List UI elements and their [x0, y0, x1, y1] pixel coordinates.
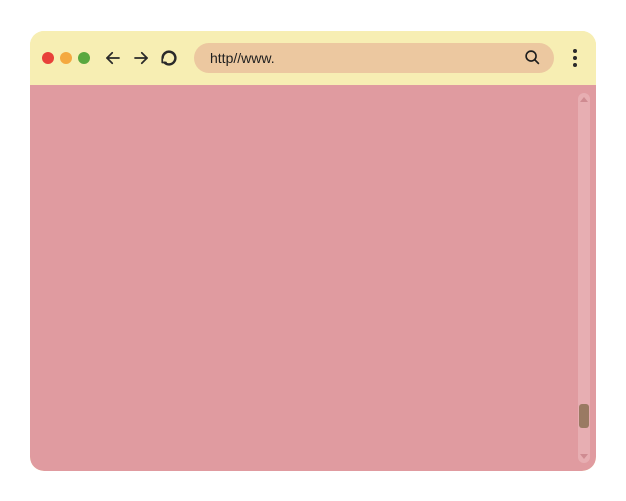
forward-button[interactable] [130, 47, 152, 69]
window-controls [42, 52, 90, 64]
scroll-down-button[interactable] [580, 454, 588, 459]
menu-dots-icon [573, 49, 577, 53]
scroll-track[interactable] [578, 102, 590, 454]
content-area [30, 85, 596, 471]
address-bar[interactable] [194, 43, 554, 73]
close-window-button[interactable] [42, 52, 54, 64]
vertical-scrollbar[interactable] [578, 93, 590, 463]
back-button[interactable] [102, 47, 124, 69]
maximize-window-button[interactable] [78, 52, 90, 64]
browser-window [30, 31, 596, 471]
search-icon [524, 49, 541, 66]
arrow-left-icon [104, 49, 122, 67]
navigation-buttons [102, 47, 180, 69]
scroll-thumb[interactable] [579, 404, 589, 428]
arrow-right-icon [132, 49, 150, 67]
menu-button[interactable] [566, 46, 584, 70]
reload-button[interactable] [158, 47, 180, 69]
reload-icon [160, 49, 178, 67]
search-button[interactable] [520, 46, 544, 70]
url-input[interactable] [210, 50, 520, 66]
minimize-window-button[interactable] [60, 52, 72, 64]
browser-toolbar [30, 31, 596, 85]
